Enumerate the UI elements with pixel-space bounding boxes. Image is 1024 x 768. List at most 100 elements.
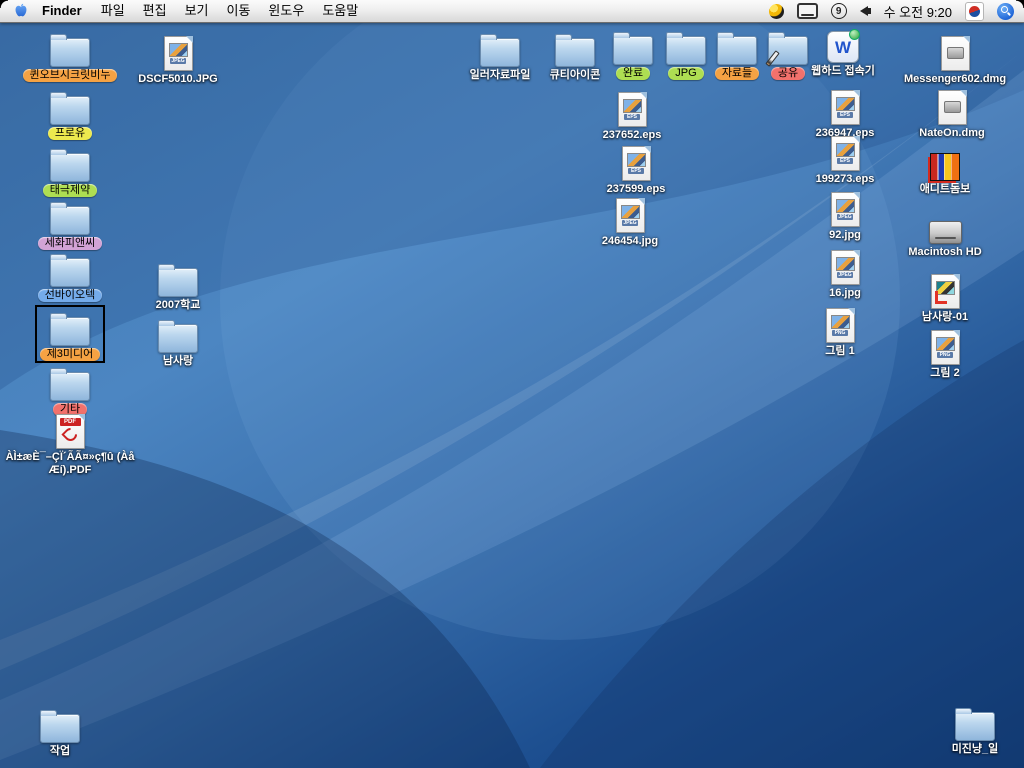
- format-badge: JPEG: [170, 58, 186, 64]
- icon-label: 그림 2: [930, 367, 959, 380]
- thumbnail: [621, 205, 640, 219]
- folder-icon: [50, 372, 90, 401]
- eps-file-icon: EPS: [618, 92, 647, 127]
- icon-label: 퀸오브시크릿비누: [23, 69, 118, 82]
- desktop-icon-proyu[interactable]: 프로유: [20, 88, 120, 140]
- desktop-icon-webhard-app[interactable]: W 웹하드 접속기: [793, 26, 893, 78]
- screen-corner-left: [0, 0, 8, 8]
- taegeuk-symbol: [969, 6, 980, 17]
- desktop-icon-je3-media-selected[interactable]: 제3미디어: [35, 305, 105, 363]
- drive-glyph: [944, 101, 961, 113]
- pdf-banner: PDF: [60, 418, 81, 426]
- pencil-badge: [765, 50, 779, 66]
- hard-disk-icon: [929, 221, 962, 244]
- speaker-cone: [860, 6, 868, 16]
- books-app-icon: [930, 153, 960, 181]
- format-badge: JPEG: [622, 220, 638, 226]
- desktop-icon-237599-eps[interactable]: EPS 237599.eps: [586, 144, 686, 196]
- desktop-icon-pdf-file[interactable]: PDF ÀÌ±æÈ¯–ÇÏ´ÃÃ¤»ç¶û (ÀåÆí).PDF: [0, 412, 140, 477]
- desktop-icon-mijinnyang[interactable]: 미진냥_일: [925, 704, 1024, 756]
- globe-dot: [849, 29, 860, 40]
- icon-label: 그림 1: [825, 345, 854, 358]
- norton-antivirus-icon[interactable]: [769, 4, 784, 19]
- spotlight-search-icon[interactable]: [997, 3, 1014, 20]
- menu-bar: Finder 파일 편집 보기 이동 윈도우 도움말 9 수 오전 9:20: [0, 0, 1024, 23]
- icon-label: ÀÌ±æÈ¯–ÇÏ´ÃÃ¤»ç¶û (ÀåÆí).PDF: [2, 451, 138, 477]
- icon-label: 제3미디어: [40, 348, 101, 361]
- menu-help[interactable]: 도움말: [313, 0, 367, 22]
- apple-menu[interactable]: [12, 3, 34, 19]
- desktop-icon-2007-school[interactable]: 2007학교: [128, 260, 228, 312]
- menu-window[interactable]: 윈도우: [259, 0, 313, 22]
- desktop-icon-nateon-dmg[interactable]: NateOn.dmg: [902, 88, 1002, 140]
- desktop-icon-namsarang-01[interactable]: 남사랑-01: [895, 272, 995, 324]
- jpeg-file-icon: JPEG: [616, 198, 645, 233]
- format-badge: PNG: [937, 352, 953, 358]
- icon-label: 선바이오텍: [38, 289, 103, 302]
- format-badge: EPS: [837, 112, 853, 118]
- desktop-icon-gita[interactable]: 기타: [20, 364, 120, 416]
- icon-label: Macintosh HD: [908, 246, 981, 259]
- icon-label: NateOn.dmg: [919, 127, 984, 140]
- adobe-glyph: [61, 425, 79, 443]
- desktop-icon-messenger-dmg[interactable]: Messenger602.dmg: [885, 34, 1024, 86]
- eps-file-icon: EPS: [831, 136, 860, 171]
- desktop-icon-macintosh-hd[interactable]: Macintosh HD: [895, 207, 995, 259]
- disk-image-file-icon: [938, 90, 967, 125]
- thumbnail: [623, 99, 642, 113]
- desktop-icon-picture-2[interactable]: PNG 그림 2: [895, 328, 995, 380]
- classic-environment-icon[interactable]: 9: [831, 3, 847, 19]
- jpeg-file-icon: JPEG: [164, 36, 193, 71]
- menu-edit[interactable]: 편집: [134, 0, 176, 22]
- icon-label: 남사랑-01: [922, 311, 968, 324]
- screen-corner-right: [1016, 0, 1024, 8]
- desktop[interactable]: Finder 파일 편집 보기 이동 윈도우 도움말 9 수 오전 9:20 퀸…: [0, 0, 1024, 768]
- speaker-body: [868, 8, 871, 14]
- icon-label: Messenger602.dmg: [904, 73, 1006, 86]
- menu-bar-left: Finder 파일 편집 보기 이동 윈도우 도움말: [0, 0, 367, 22]
- format-badge: EPS: [628, 168, 644, 174]
- drive-glyph: [947, 47, 964, 59]
- desktop-icon-sunbiotech[interactable]: 선바이오텍: [20, 250, 120, 302]
- desktop-icon-237652-eps[interactable]: EPS 237652.eps: [582, 90, 682, 142]
- icon-label: 246454.jpg: [602, 235, 658, 248]
- menu-file[interactable]: 파일: [92, 0, 134, 22]
- desktop-icon-199273-eps[interactable]: EPS 199273.eps: [795, 134, 895, 186]
- desktop-icon-namsarang-folder[interactable]: 남사랑: [128, 316, 228, 368]
- volume-icon[interactable]: [860, 6, 871, 16]
- png-file-icon: PNG: [931, 330, 960, 365]
- apple-icon: [14, 3, 28, 19]
- app-menu-finder[interactable]: Finder: [34, 0, 92, 22]
- folder-icon: [955, 712, 995, 741]
- desktop-icon-16-jpg[interactable]: JPEG 16.jpg: [795, 248, 895, 300]
- menu-clock[interactable]: 수 오전 9:20: [884, 2, 952, 21]
- desktop-icon-dscf5010[interactable]: JPEG DSCF5010.JPG: [128, 34, 228, 86]
- icon-label: 92.jpg: [829, 229, 861, 242]
- desktop-icon-picture-1[interactable]: PNG 그림 1: [790, 306, 890, 358]
- icon-label: 태극제약: [43, 184, 97, 197]
- desktop-icon-92-jpg[interactable]: JPEG 92.jpg: [795, 190, 895, 242]
- icon-label: 프로유: [48, 127, 92, 140]
- png-file-icon: PNG: [826, 308, 855, 343]
- input-source-korean-flag-icon[interactable]: [965, 2, 984, 21]
- folder-icon: [480, 38, 520, 67]
- desktop-icon-sehwa-pnc[interactable]: 세화피앤씨: [20, 198, 120, 250]
- jpeg-file-icon: JPEG: [831, 250, 860, 285]
- desktop-icon-236947-eps[interactable]: EPS 236947.eps: [795, 88, 895, 140]
- menu-go[interactable]: 이동: [218, 0, 260, 22]
- desktop-icon-taegeuk-pharma[interactable]: 태극제약: [20, 145, 120, 197]
- icon-label: 미진냥_일: [952, 743, 999, 756]
- desktop-icon-246454-jpg[interactable]: JPEG 246454.jpg: [580, 196, 680, 248]
- icon-label: 237652.eps: [603, 129, 662, 142]
- eps-file-icon: EPS: [622, 146, 651, 181]
- desktop-icon-work[interactable]: 작업: [10, 706, 110, 758]
- format-badge: EPS: [624, 114, 640, 120]
- displays-icon[interactable]: [797, 3, 818, 19]
- menu-view[interactable]: 보기: [176, 0, 218, 22]
- folder-icon: [50, 38, 90, 67]
- thumbnail: [836, 143, 855, 157]
- desktop-icon-edit-dombo[interactable]: 애디트돔보: [895, 144, 995, 196]
- thumbnail: [836, 199, 855, 213]
- icon-label: 애디트돔보: [920, 183, 971, 196]
- desktop-icon-queen-of-secret-soap[interactable]: 퀸오브시크릿비누: [20, 30, 120, 82]
